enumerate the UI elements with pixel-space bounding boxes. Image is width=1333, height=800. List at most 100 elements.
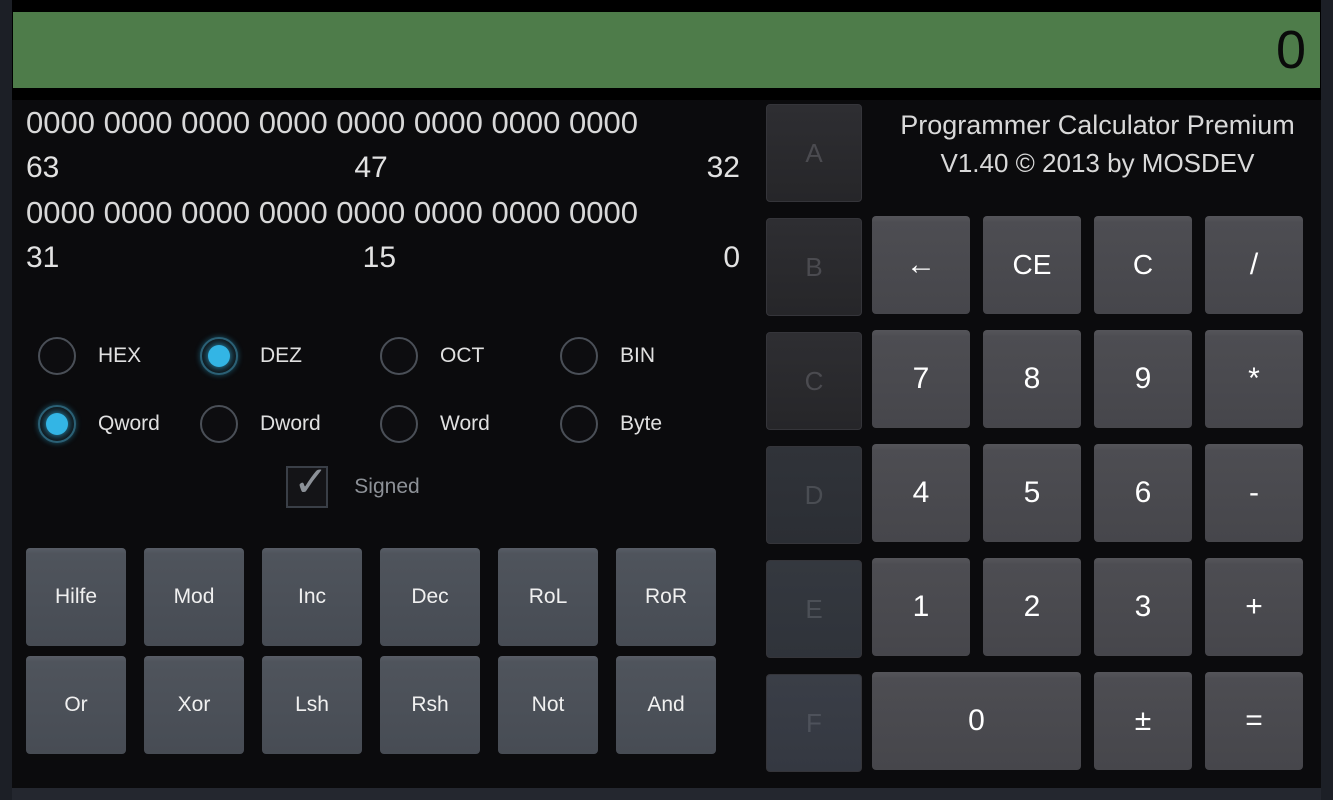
bit-labels-high: 63 47 32 — [12, 146, 754, 190]
display-frame: 0 — [12, 0, 1321, 100]
button-hex-c[interactable]: C — [766, 332, 862, 430]
radio-label-hex: HEX — [98, 344, 142, 367]
button-hex-f[interactable]: F — [766, 674, 862, 772]
bit-label-47: 47 — [354, 151, 388, 184]
signed-label: Signed — [354, 475, 420, 498]
app-title: Programmer Calculator Premium — [900, 110, 1295, 140]
minus-button[interactable]: - — [1205, 444, 1303, 542]
app-version: V1.40 © 2013 by MOSDEV — [940, 148, 1255, 178]
equals-button[interactable]: = — [1205, 672, 1303, 770]
radio-icon-dword[interactable] — [200, 405, 238, 443]
keypad-row-2: 7 8 9 * — [872, 330, 1309, 428]
bit-label-0: 0 — [723, 241, 740, 274]
digit-5-button[interactable]: 5 — [983, 444, 1081, 542]
bit-display: 0000 0000 0000 0000 0000 0000 0000 0000 … — [12, 100, 754, 280]
word-size-row: Qword Dword Word Byte — [12, 390, 754, 458]
function-button-grid: Hilfe Mod Inc Dec RoL RoR Or Xor Lsh Rsh… — [12, 548, 754, 754]
button-rsh[interactable]: Rsh — [380, 656, 480, 754]
radio-icon-word[interactable] — [380, 405, 418, 443]
digit-3-button[interactable]: 3 — [1094, 558, 1192, 656]
signed-row[interactable]: ✓ Signed — [12, 461, 754, 508]
divide-button[interactable]: / — [1205, 216, 1303, 314]
app-title-block: Programmer Calculator Premium V1.40 © 20… — [874, 106, 1321, 182]
button-lsh[interactable]: Lsh — [262, 656, 362, 754]
digit-2-button[interactable]: 2 — [983, 558, 1081, 656]
button-ror[interactable]: RoR — [616, 548, 716, 646]
button-hex-e[interactable]: E — [766, 560, 862, 658]
display-value: 0 — [1275, 20, 1306, 80]
plus-button[interactable]: + — [1205, 558, 1303, 656]
check-icon: ✓ — [293, 458, 329, 505]
keypad-row-1: ← CE C / — [872, 216, 1309, 314]
radio-icon-qword[interactable] — [38, 405, 76, 443]
radio-option-bin[interactable]: BIN — [552, 337, 732, 375]
radio-option-hex[interactable]: HEX — [12, 337, 192, 375]
bit-row-low[interactable]: 0000 0000 0000 0000 0000 0000 0000 0000 — [12, 190, 754, 236]
signed-checkbox[interactable]: ✓ — [286, 461, 329, 508]
button-and[interactable]: And — [616, 656, 716, 754]
radio-icon-hex[interactable] — [38, 337, 76, 375]
result-display[interactable]: 0 — [13, 12, 1320, 88]
radio-label-word: Word — [440, 412, 490, 435]
bit-labels-low: 31 15 0 — [12, 236, 754, 280]
clear-entry-button[interactable]: CE — [983, 216, 1081, 314]
digit-4-button[interactable]: 4 — [872, 444, 970, 542]
keypad-row-4: 1 2 3 + — [872, 558, 1309, 656]
radio-option-byte[interactable]: Byte — [552, 405, 732, 443]
bit-label-63: 63 — [26, 151, 60, 184]
keypad-row-5: 0 ± = — [872, 672, 1309, 770]
function-row-1: Hilfe Mod Inc Dec RoL RoR — [26, 548, 740, 646]
digit-0-button[interactable]: 0 — [872, 672, 1081, 770]
radio-label-oct: OCT — [440, 344, 485, 367]
button-hex-a[interactable]: A — [766, 104, 862, 202]
radio-icon-oct[interactable] — [380, 337, 418, 375]
button-inc[interactable]: Inc — [262, 548, 362, 646]
radio-label-dword: Dword — [260, 412, 321, 435]
mode-selectors: HEX DEZ OCT BIN Qword Dword Word Byte — [12, 322, 754, 458]
radio-icon-dez[interactable] — [200, 337, 238, 375]
function-row-2: Or Xor Lsh Rsh Not And — [26, 656, 740, 754]
button-or[interactable]: Or — [26, 656, 126, 754]
radio-label-byte: Byte — [620, 412, 663, 435]
button-mod[interactable]: Mod — [144, 548, 244, 646]
button-rol[interactable]: RoL — [498, 548, 598, 646]
digit-1-button[interactable]: 1 — [872, 558, 970, 656]
button-hex-b[interactable]: B — [766, 218, 862, 316]
backspace-button[interactable]: ← — [872, 216, 970, 314]
digit-9-button[interactable]: 9 — [1094, 330, 1192, 428]
bit-label-32: 32 — [706, 151, 740, 184]
bit-label-15: 15 — [362, 241, 397, 274]
radio-icon-byte[interactable] — [560, 405, 598, 443]
digit-7-button[interactable]: 7 — [872, 330, 970, 428]
button-xor[interactable]: Xor — [144, 656, 244, 754]
radio-option-dword[interactable]: Dword — [192, 405, 372, 443]
digit-6-button[interactable]: 6 — [1094, 444, 1192, 542]
radio-option-word[interactable]: Word — [372, 405, 552, 443]
clear-button[interactable]: C — [1094, 216, 1192, 314]
button-not[interactable]: Not — [498, 656, 598, 754]
radio-label-dez: DEZ — [260, 344, 302, 367]
button-hex-d[interactable]: D — [766, 446, 862, 544]
hex-digit-column: A B C D E F — [766, 104, 862, 772]
button-hilfe[interactable]: Hilfe — [26, 548, 126, 646]
base-mode-row: HEX DEZ OCT BIN — [12, 322, 754, 390]
calculator-app: 0 0000 0000 0000 0000 0000 0000 0000 000… — [0, 0, 1333, 800]
radio-icon-bin[interactable] — [560, 337, 598, 375]
multiply-button[interactable]: * — [1205, 330, 1303, 428]
sign-toggle-button[interactable]: ± — [1094, 672, 1192, 770]
radio-option-oct[interactable]: OCT — [372, 337, 552, 375]
main-body: 0000 0000 0000 0000 0000 0000 0000 0000 … — [12, 100, 1321, 788]
radio-option-qword[interactable]: Qword — [12, 405, 192, 443]
left-panel: 0000 0000 0000 0000 0000 0000 0000 0000 … — [12, 100, 754, 788]
right-panel: A B C D E F Programmer Calculator Premiu… — [754, 100, 1321, 788]
radio-option-dez[interactable]: DEZ — [192, 337, 372, 375]
button-dec[interactable]: Dec — [380, 548, 480, 646]
radio-label-bin: BIN — [620, 344, 656, 367]
bit-label-31: 31 — [26, 241, 60, 274]
digit-8-button[interactable]: 8 — [983, 330, 1081, 428]
bit-row-high[interactable]: 0000 0000 0000 0000 0000 0000 0000 0000 — [12, 100, 754, 146]
bottom-bar — [12, 788, 1321, 800]
keypad-row-3: 4 5 6 - — [872, 444, 1309, 542]
radio-label-qword: Qword — [98, 412, 160, 435]
numeric-keypad: ← CE C / 7 8 9 * 4 5 6 - 1 2 3 + 0 ± = — [872, 216, 1309, 770]
